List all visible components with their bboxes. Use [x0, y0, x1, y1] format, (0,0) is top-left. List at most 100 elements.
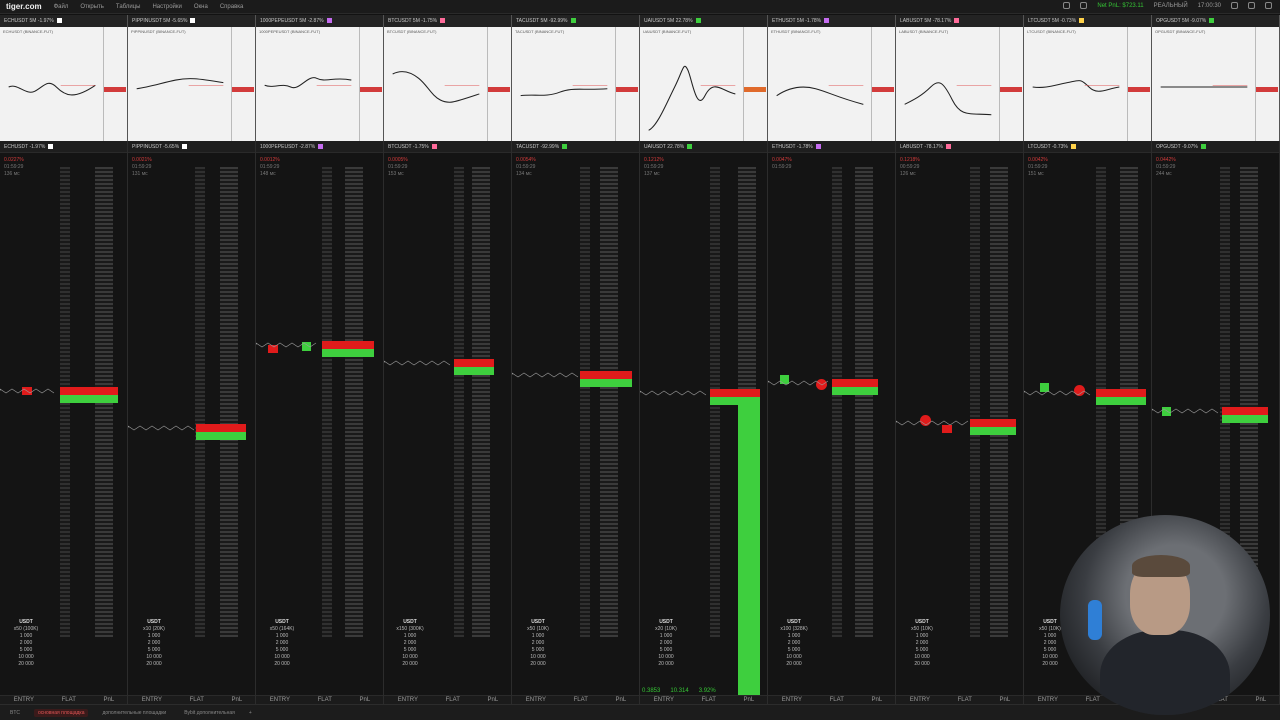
- pnl-button[interactable]: PnL: [999, 696, 1010, 704]
- leverage-label[interactable]: x50 (10K): [902, 626, 942, 633]
- orderbook-panel[interactable]: UAIUSDT 22.78% 0.1212% 01:59:29 137 мс USDT x…: [640, 141, 768, 704]
- menu-windows[interactable]: Окна: [194, 4, 208, 10]
- status-tab-btc[interactable]: BTC: [6, 709, 24, 717]
- color-marker-icon[interactable]: [824, 18, 830, 24]
- order-size-button[interactable]: 5 000: [6, 647, 46, 654]
- flat-button[interactable]: FLAT: [830, 696, 844, 704]
- entry-button[interactable]: ENTRY: [14, 696, 34, 704]
- order-size-button[interactable]: 1 000: [518, 633, 558, 640]
- flat-button[interactable]: FLAT: [702, 696, 716, 704]
- flat-button[interactable]: FLAT: [958, 696, 972, 704]
- notification-icon[interactable]: [1063, 2, 1071, 9]
- mini-chart[interactable]: ETHUSDT 5M -1.78% ETHUSDT (BINANCE-FUT): [768, 15, 896, 141]
- leverage-label[interactable]: x100 (328K): [774, 626, 814, 633]
- mode-label[interactable]: РЕАЛЬНЫЙ: [1154, 3, 1188, 9]
- mini-chart-title[interactable]: ECHUSDT 5M -1.97%: [0, 15, 127, 27]
- pnl-button[interactable]: PnL: [1255, 696, 1266, 704]
- order-size-button[interactable]: 5 000: [1030, 647, 1070, 654]
- order-size-button[interactable]: 10 000: [262, 654, 302, 661]
- price-axis[interactable]: [1255, 27, 1279, 141]
- order-size-button[interactable]: 20 000: [1030, 661, 1070, 668]
- order-size-button[interactable]: 1 000: [646, 633, 686, 640]
- order-size-button[interactable]: 5 000: [262, 647, 302, 654]
- order-size-button[interactable]: 20 000: [646, 661, 686, 668]
- entry-button[interactable]: ENTRY: [270, 696, 290, 704]
- flat-button[interactable]: FLAT: [574, 696, 588, 704]
- entry-button[interactable]: ENTRY: [910, 696, 930, 704]
- mini-chart-title[interactable]: UAIUSDT 5M 22.78%: [640, 15, 767, 27]
- order-size-button[interactable]: 1 000: [774, 633, 814, 640]
- order-size-button[interactable]: 10 000: [518, 654, 558, 661]
- pnl-button[interactable]: PnL: [359, 696, 370, 704]
- order-size-button[interactable]: 2 000: [6, 640, 46, 647]
- mini-chart[interactable]: TACUSDT 5M -92.99% TACUSDT (BINANCE-FUT): [512, 15, 640, 141]
- menu-open[interactable]: Открыть: [80, 4, 104, 10]
- order-size-button[interactable]: 2 000: [774, 640, 814, 647]
- mini-chart[interactable]: LABUSDT 5M -78.17% LABUSDT (BINANCE-FUT): [896, 15, 1024, 141]
- status-tab-bybit[interactable]: Bybit дополнительная: [180, 709, 239, 717]
- color-marker-icon[interactable]: [1209, 18, 1215, 24]
- color-marker-icon[interactable]: [954, 18, 960, 24]
- mini-chart-title[interactable]: OPGUSDT 5M -9.07%: [1152, 15, 1279, 27]
- status-tab-additional[interactable]: дополнительные площадки: [98, 709, 170, 717]
- mini-chart-title[interactable]: LTCUSDT 5M -0.73%: [1024, 15, 1151, 27]
- order-size-button[interactable]: 1 000: [390, 633, 430, 640]
- order-size-button[interactable]: 2 000: [134, 640, 174, 647]
- add-tab-icon[interactable]: +: [249, 710, 252, 716]
- order-size-button[interactable]: 2 000: [390, 640, 430, 647]
- pnl-button[interactable]: PnL: [615, 696, 626, 704]
- leverage-label[interactable]: x10 (20K): [134, 626, 174, 633]
- order-size-button[interactable]: 1 000: [262, 633, 302, 640]
- orderbook-panel[interactable]: LABUSDT -78.17% 0.1218% 00:59:29 126 мс USDT…: [896, 141, 1024, 704]
- entry-button[interactable]: ENTRY: [142, 696, 162, 704]
- flat-button[interactable]: FLAT: [318, 696, 332, 704]
- orderbook-panel[interactable]: TACUSDT -92.99% 0.0054% 01:59:29 134 мс USDT…: [512, 141, 640, 704]
- order-size-button[interactable]: 20 000: [518, 661, 558, 668]
- order-size-button[interactable]: 20 000: [134, 661, 174, 668]
- color-marker-icon[interactable]: [190, 18, 196, 24]
- menu-help[interactable]: Справка: [220, 4, 244, 10]
- leverage-label[interactable]: x50 (100K): [6, 626, 46, 633]
- entry-button[interactable]: ENTRY: [526, 696, 546, 704]
- pnl-button[interactable]: PnL: [231, 696, 242, 704]
- mini-chart-title[interactable]: BTCUSDT 5M -1.75%: [384, 15, 511, 27]
- mini-chart-title[interactable]: 1000PEPEUSDT 5M -2.87%: [256, 15, 383, 27]
- order-size-button[interactable]: 20 000: [262, 661, 302, 668]
- order-size-button[interactable]: 10 000: [1030, 654, 1070, 661]
- price-axis[interactable]: [359, 27, 383, 141]
- entry-button[interactable]: ENTRY: [654, 696, 674, 704]
- order-size-button[interactable]: 2 000: [646, 640, 686, 647]
- close-icon[interactable]: [1265, 2, 1272, 9]
- lock-icon[interactable]: [1080, 2, 1088, 9]
- price-axis[interactable]: [231, 27, 255, 141]
- color-marker-icon[interactable]: [1079, 18, 1085, 24]
- price-axis[interactable]: [103, 27, 127, 141]
- orderbook-panel[interactable]: BTCUSDT -1.75% 0.0005% 01:59:29 153 мс USDT x…: [384, 141, 512, 704]
- menu-tables[interactable]: Таблицы: [116, 4, 141, 10]
- price-axis[interactable]: [871, 27, 895, 141]
- orderbook-panel[interactable]: ECHUSDT -1.97% 0.0227% 01:59:29 136 мс USDT x…: [0, 141, 128, 704]
- order-size-button[interactable]: 10 000: [774, 654, 814, 661]
- order-size-button[interactable]: 2 000: [262, 640, 302, 647]
- maximize-icon[interactable]: [1248, 2, 1255, 9]
- pnl-button[interactable]: PnL: [743, 696, 754, 704]
- orderbook-panel[interactable]: ETHUSDT -1.78% 0.0047% 01:59:29 USDT x100 (3…: [768, 141, 896, 704]
- leverage-label[interactable]: x150 (300K): [390, 626, 430, 633]
- price-axis[interactable]: [615, 27, 639, 141]
- mini-chart[interactable]: LTCUSDT 5M -0.73% LTCUSDT (BINANCE-FUT): [1024, 15, 1152, 141]
- order-size-button[interactable]: 10 000: [134, 654, 174, 661]
- price-axis[interactable]: [999, 27, 1023, 141]
- flat-button[interactable]: FLAT: [62, 696, 76, 704]
- color-marker-icon[interactable]: [440, 18, 446, 24]
- order-size-button[interactable]: 1 000: [134, 633, 174, 640]
- color-marker-icon[interactable]: [570, 18, 576, 24]
- flat-button[interactable]: FLAT: [190, 696, 204, 704]
- price-axis[interactable]: [1127, 27, 1151, 141]
- pnl-button[interactable]: PnL: [487, 696, 498, 704]
- order-size-button[interactable]: 5 000: [518, 647, 558, 654]
- mini-chart-title[interactable]: PIPPINUSDT 5M -5.65%: [128, 15, 255, 27]
- order-size-button[interactable]: 20 000: [902, 661, 942, 668]
- order-size-button[interactable]: 5 000: [902, 647, 942, 654]
- mini-chart[interactable]: 1000PEPEUSDT 5M -2.87% 1000PEPEUSDT (BINA…: [256, 15, 384, 141]
- leverage-label[interactable]: x20 (10K): [646, 626, 686, 633]
